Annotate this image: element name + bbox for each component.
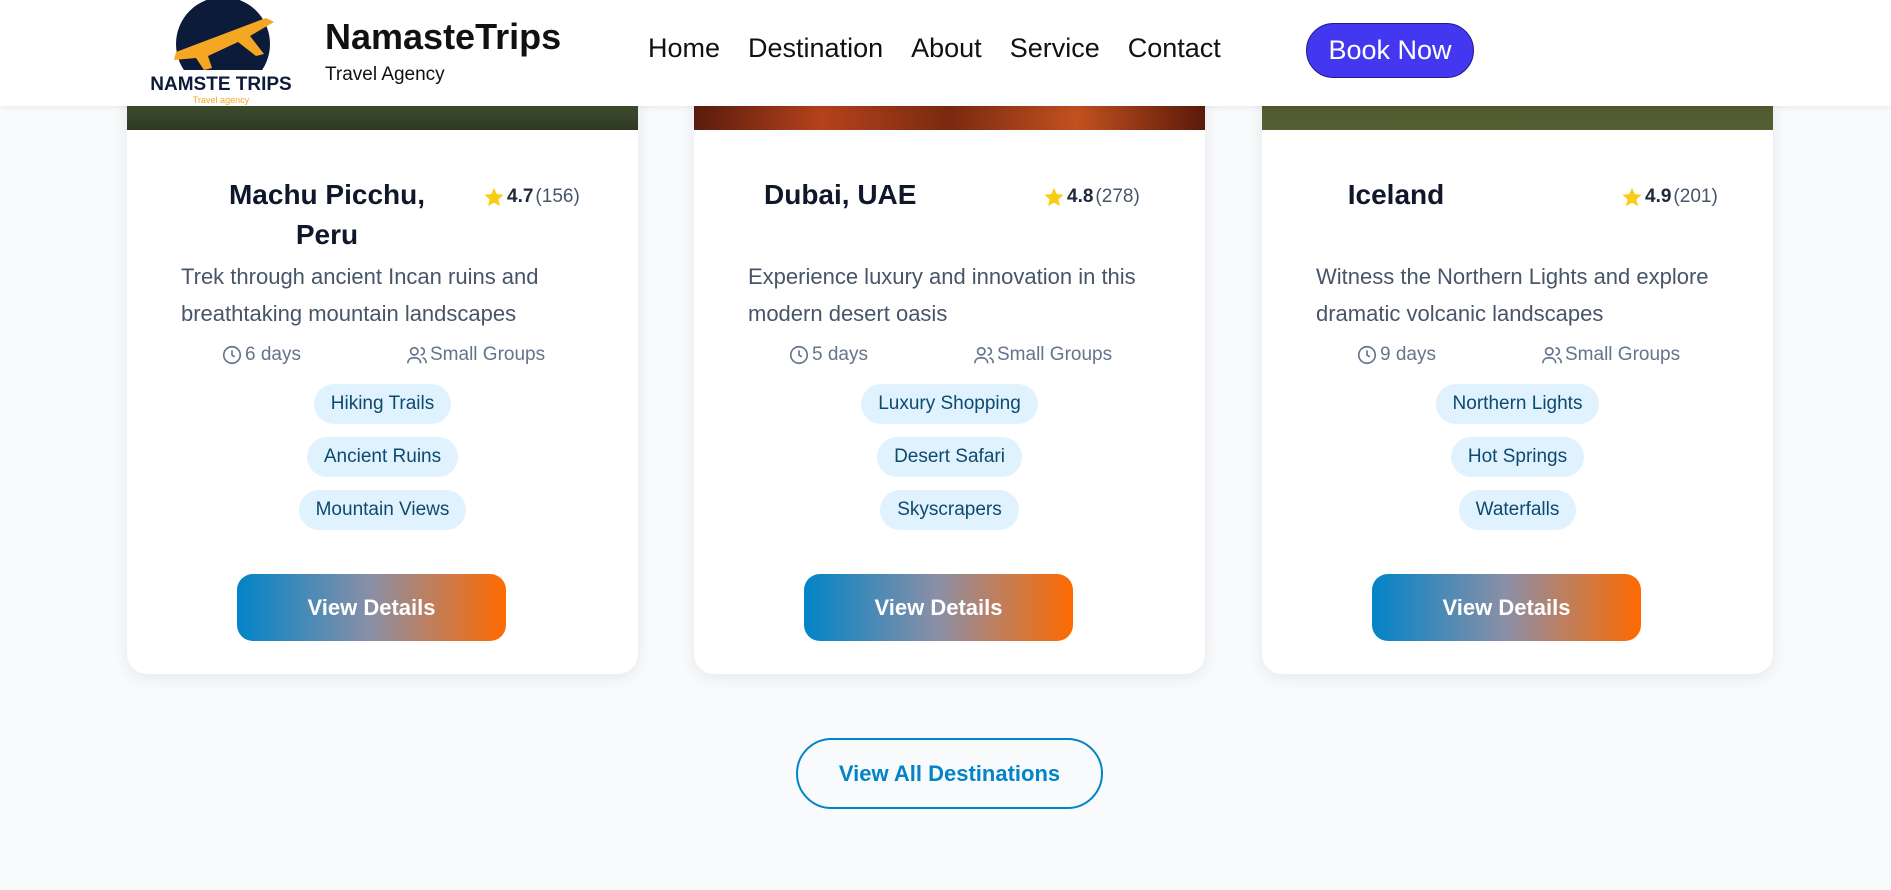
- card-title: Iceland: [1347, 179, 1445, 210]
- tag: Hiking Trails: [313, 384, 452, 424]
- duration-text: 6 days: [245, 344, 301, 365]
- tag: Skyscrapers: [880, 490, 1019, 530]
- review-count: (156): [535, 186, 580, 207]
- rating: 4.7 (156): [483, 186, 580, 208]
- site-header: NAMSTE TRIPS Travel agency NamasteTrips …: [0, 0, 1891, 106]
- group-size-text: Small Groups: [997, 344, 1113, 365]
- users-icon: [1542, 346, 1562, 364]
- duration: 9 days: [1356, 344, 1436, 366]
- tag: Ancient Ruins: [306, 437, 459, 477]
- clock-icon: [1357, 345, 1377, 365]
- users-icon: [974, 346, 994, 364]
- brand-logo[interactable]: NAMSTE TRIPS Travel agency: [146, 0, 296, 106]
- clock-icon: [222, 345, 242, 365]
- tag: Desert Safari: [877, 437, 1022, 477]
- book-now-button[interactable]: Book Now: [1306, 23, 1474, 78]
- rating-value: 4.7: [507, 186, 534, 207]
- review-count: (278): [1095, 186, 1140, 207]
- logo-text: NAMSTE TRIPS: [150, 74, 291, 95]
- rating-value: 4.9: [1645, 186, 1672, 207]
- review-count: (201): [1673, 186, 1718, 207]
- brand-name: NamasteTrips: [325, 16, 562, 57]
- group-size-text: Small Groups: [1565, 344, 1681, 365]
- star-icon: [1622, 187, 1642, 207]
- users-icon: [407, 346, 427, 364]
- star-icon: [484, 187, 504, 207]
- group-size-text: Small Groups: [430, 344, 546, 365]
- brand-subtitle: Travel Agency: [325, 64, 445, 85]
- duration: 5 days: [788, 344, 868, 366]
- group-size: Small Groups: [973, 344, 1112, 366]
- main-nav: Home Destination About Service Contact: [648, 33, 1221, 64]
- duration: 6 days: [221, 344, 301, 366]
- card-description: Trek through ancient Incan ruins and bre…: [181, 264, 539, 326]
- nav-service[interactable]: Service: [1010, 33, 1100, 64]
- card-title: Machu Picchu, Peru: [228, 179, 426, 250]
- card-description: Witness the Northern Lights and explore …: [1316, 264, 1709, 326]
- star-icon: [1044, 187, 1064, 207]
- rating: 4.9 (201): [1621, 186, 1718, 208]
- group-size: Small Groups: [406, 344, 545, 366]
- view-details-button[interactable]: View Details: [1372, 574, 1641, 641]
- tag: Northern Lights: [1435, 384, 1600, 424]
- tag-list: Luxury Shopping Desert Safari Skyscraper…: [694, 384, 1205, 530]
- rating: 4.8 (278): [1043, 186, 1140, 208]
- view-details-button[interactable]: View Details: [237, 574, 506, 641]
- view-details-button[interactable]: View Details: [804, 574, 1073, 641]
- group-size: Small Groups: [1541, 344, 1680, 366]
- nav-about[interactable]: About: [911, 33, 982, 64]
- duration-text: 9 days: [1380, 344, 1436, 365]
- card-description: Experience luxury and innovation in this…: [748, 264, 1136, 326]
- tag-list: Northern Lights Hot Springs Waterfalls: [1262, 384, 1773, 530]
- view-all-destinations-button[interactable]: View All Destinations: [796, 738, 1103, 809]
- rating-value: 4.8: [1067, 186, 1094, 207]
- nav-home[interactable]: Home: [648, 33, 720, 64]
- clock-icon: [789, 345, 809, 365]
- card-title: Dubai, UAE: [764, 179, 917, 210]
- nav-contact[interactable]: Contact: [1128, 33, 1221, 64]
- duration-text: 5 days: [812, 344, 868, 365]
- tag: Hot Springs: [1450, 437, 1585, 477]
- logo-tagline: Travel agency: [193, 95, 250, 105]
- tag: Luxury Shopping: [861, 384, 1038, 424]
- tag-list: Hiking Trails Ancient Ruins Mountain Vie…: [127, 384, 638, 530]
- nav-destination[interactable]: Destination: [748, 33, 883, 64]
- tag: Waterfalls: [1458, 490, 1577, 530]
- tag: Mountain Views: [298, 490, 467, 530]
